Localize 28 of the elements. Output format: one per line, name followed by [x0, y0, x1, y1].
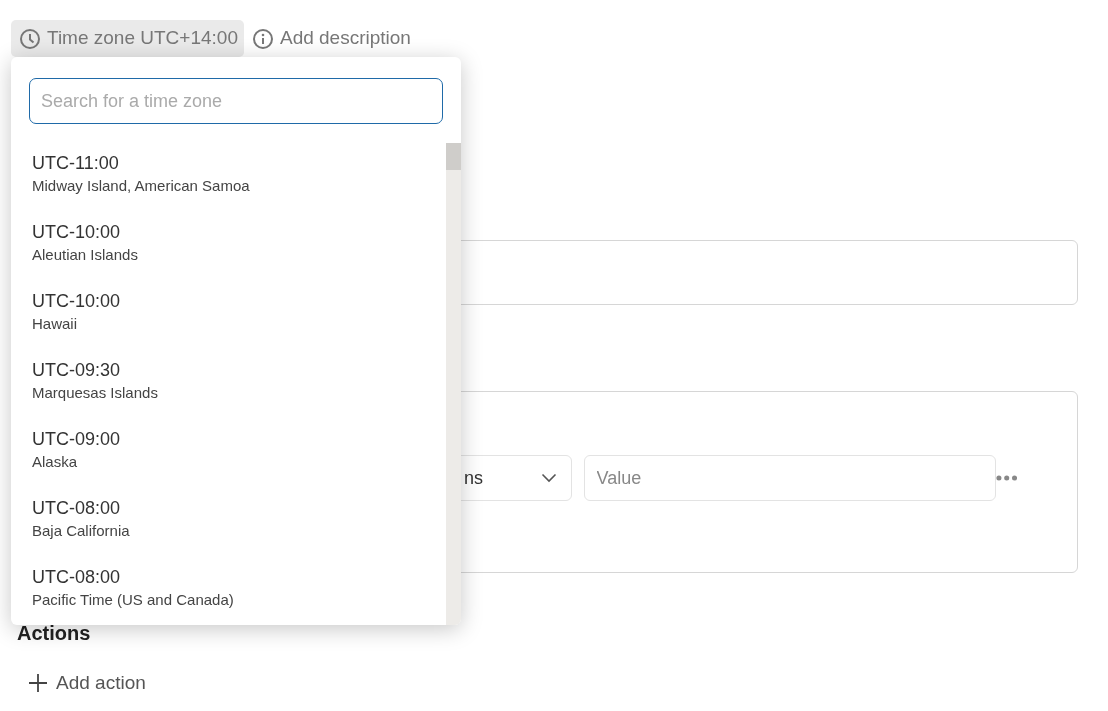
- time-zone-offset[interactable]: UTC-10:00: [32, 220, 121, 244]
- actions-heading: Actions: [17, 622, 91, 644]
- time-zone-region[interactable]: Aleutian Islands: [32, 244, 138, 266]
- add-description-button[interactable]: Add description: [247, 20, 415, 57]
- clock-icon: [19, 27, 41, 50]
- time-zone-region[interactable]: Hawaii: [32, 313, 77, 335]
- more-icon[interactable]: [995, 474, 1017, 482]
- chevron-down-icon: [540, 473, 557, 483]
- value-field[interactable]: Value: [583, 455, 996, 501]
- time-zone-offset[interactable]: UTC-11:00: [32, 151, 119, 175]
- time-zone-offset[interactable]: UTC-09:00: [32, 427, 121, 451]
- scrollbar-thumb[interactable]: [446, 143, 461, 170]
- scrollbar[interactable]: [446, 143, 461, 625]
- time-zone-region[interactable]: Midway Island, American Samoa: [32, 175, 250, 197]
- info-icon: [251, 27, 274, 50]
- time-zone-offset[interactable]: UTC-09:30: [32, 358, 121, 382]
- time-zone-button[interactable]: Time zone UTC+14:00: [11, 20, 244, 57]
- time-zone-region[interactable]: Baja California: [32, 520, 130, 542]
- time-zone-region[interactable]: Alaska: [32, 451, 78, 473]
- operator-value: ns: [464, 466, 483, 490]
- time-zone-offset[interactable]: UTC-10:00: [32, 289, 121, 313]
- time-zone-region[interactable]: Pacific Time (US and Canada): [32, 589, 234, 611]
- time-zone-offset[interactable]: UTC-08:00: [32, 496, 121, 520]
- time-zone-offset[interactable]: UTC-08:00: [32, 565, 121, 589]
- plus-icon: [28, 673, 48, 693]
- add-action-button[interactable]: Add action: [28, 669, 146, 697]
- search-field[interactable]: Search for a time zone: [29, 78, 443, 124]
- time-zone-region[interactable]: Marquesas Islands: [32, 382, 158, 404]
